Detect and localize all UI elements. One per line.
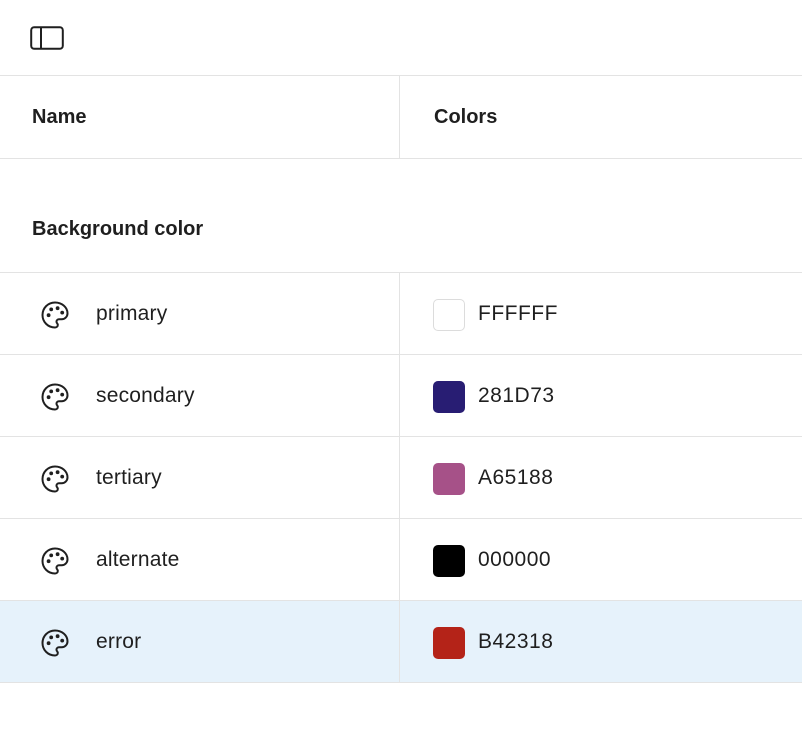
color-hex-value: 000000 (478, 548, 552, 571)
color-name: tertiary (96, 466, 162, 489)
color-swatch[interactable] (433, 299, 465, 331)
sidebar-toggle-button[interactable] (30, 25, 64, 51)
color-swatch[interactable] (433, 463, 465, 495)
color-hex-value: FFFFFF (478, 302, 558, 325)
color-swatch[interactable] (433, 545, 465, 577)
color-name: alternate (96, 548, 180, 571)
color-palette-panel: Name Colors Background color primary FFF… (0, 0, 802, 743)
column-divider (399, 355, 400, 436)
color-row-error[interactable]: error B42318 (0, 601, 802, 683)
column-header-colors[interactable]: Colors (434, 76, 497, 158)
color-name: primary (96, 302, 168, 325)
sidebar-toggle-icon (30, 26, 64, 50)
color-row-tertiary[interactable]: tertiary A65188 (0, 437, 802, 519)
color-swatch[interactable] (433, 381, 465, 413)
palette-icon (41, 383, 69, 411)
color-name: error (96, 630, 142, 653)
column-header-name[interactable]: Name (32, 76, 86, 158)
palette-icon (41, 301, 69, 329)
palette-icon (41, 465, 69, 493)
color-row-alternate[interactable]: alternate 000000 (0, 519, 802, 601)
color-name: secondary (96, 384, 195, 407)
color-row-primary[interactable]: primary FFFFFF (0, 273, 802, 355)
toolbar (0, 0, 802, 76)
color-row-secondary[interactable]: secondary 281D73 (0, 355, 802, 437)
section-title: Background color (32, 218, 204, 240)
column-divider (399, 519, 400, 600)
column-divider (399, 76, 400, 158)
column-divider (399, 437, 400, 518)
color-hex-value: 281D73 (478, 384, 555, 407)
table-header: Name Colors (0, 76, 802, 159)
color-swatch[interactable] (433, 627, 465, 659)
color-hex-value: B42318 (478, 630, 554, 653)
color-hex-value: A65188 (478, 466, 554, 489)
palette-icon (41, 547, 69, 575)
column-divider (399, 273, 400, 354)
column-divider (399, 601, 400, 682)
palette-icon (41, 629, 69, 657)
color-list: primary FFFFFF secondary 281D73 tertiary… (0, 272, 802, 683)
